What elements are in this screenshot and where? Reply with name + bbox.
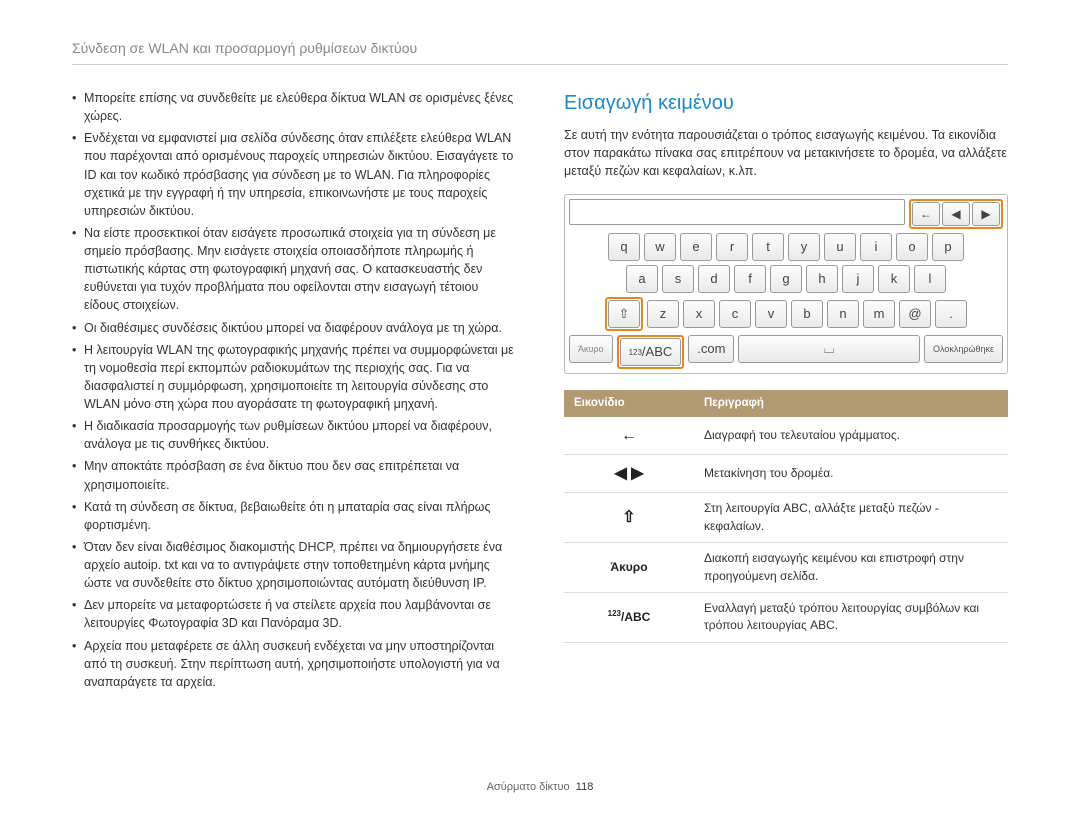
key-w[interactable]: w <box>644 233 676 261</box>
mode-prefix: 123 <box>629 347 642 359</box>
key-at[interactable]: @ <box>899 300 931 328</box>
desc-cell: Μετακίνηση του δρομέα. <box>694 455 1008 493</box>
table-row: ← Διαγραφή του τελευταίου γράμματος. <box>564 417 1008 455</box>
mode-suffix: /ABC <box>642 343 672 362</box>
mode-label-icon: 123/ABC <box>564 592 694 642</box>
key-k[interactable]: k <box>878 265 910 293</box>
key-j[interactable]: j <box>842 265 874 293</box>
list-item: Μπορείτε επίσης να συνδεθείτε με ελεύθερ… <box>72 89 516 125</box>
key-t[interactable]: t <box>752 233 784 261</box>
key-b[interactable]: b <box>791 300 823 328</box>
footer-section: Ασύρματο δίκτυο <box>487 781 570 793</box>
shift-key[interactable]: ⇧ <box>608 300 640 328</box>
done-key[interactable]: Ολοκληρώθηκε <box>924 335 1003 363</box>
list-item: Κατά τη σύνδεση σε δίκτυα, βεβαιωθείτε ό… <box>72 498 516 534</box>
key-n[interactable]: n <box>827 300 859 328</box>
table-row: ◀ ▶ Μετακίνηση του δρομέα. <box>564 455 1008 493</box>
list-item: Ενδέχεται να εμφανιστεί μια σελίδα σύνδε… <box>72 129 516 220</box>
mode-key-highlight: 123 /ABC <box>617 335 685 369</box>
list-item: Η λειτουργία WLAN της φωτογραφικής μηχαν… <box>72 341 516 414</box>
nav-key-group: ← ◀ ▶ <box>909 199 1003 229</box>
list-item: Να είστε προσεκτικοί όταν εισάγετε προσω… <box>72 224 516 315</box>
desc-cell: Εναλλαγή μεταξύ τρόπου λειτουργίας συμβό… <box>694 592 1008 642</box>
dotcom-key[interactable]: .com <box>688 335 734 363</box>
th-icon: Εικονίδιο <box>564 390 694 417</box>
page-header: Σύνδεση σε WLAN και προσαρμογή ρυθμίσεων… <box>72 40 1008 65</box>
key-c[interactable]: c <box>719 300 751 328</box>
key-p[interactable]: p <box>932 233 964 261</box>
table-row: ⇧ Στη λειτουργία ABC, αλλάξτε μεταξύ πεζ… <box>564 493 1008 543</box>
page-footer: Ασύρματο δίκτυο 118 <box>0 781 1080 793</box>
list-item: Οι διαθέσιμες συνδέσεις δικτύου μπορεί ν… <box>72 319 516 337</box>
virtual-keyboard: ← ◀ ▶ q w e r t y u i o p a s d <box>564 194 1008 374</box>
content-columns: Μπορείτε επίσης να συνδεθείτε με ελεύθερ… <box>72 89 1008 695</box>
key-u[interactable]: u <box>824 233 856 261</box>
list-item: Δεν μπορείτε να μεταφορτώσετε ή να στείλ… <box>72 596 516 632</box>
list-item: Μην αποκτάτε πρόσβαση σε ένα δίκτυο που … <box>72 457 516 493</box>
key-x[interactable]: x <box>683 300 715 328</box>
icon-description-table: Εικονίδιο Περιγραφή ← Διαγραφή του τελευ… <box>564 390 1008 642</box>
table-row: Άκυρο Διακοπή εισαγωγής κειμένου και επι… <box>564 543 1008 593</box>
cancel-label-icon: Άκυρο <box>564 543 694 593</box>
cancel-key[interactable]: Άκυρο <box>569 335 613 363</box>
desc-cell: Στη λειτουργία ABC, αλλάξτε μεταξύ πεζών… <box>694 493 1008 543</box>
shift-icon: ⇧ <box>564 493 694 543</box>
backspace-key[interactable]: ← <box>912 202 940 226</box>
key-dot[interactable]: . <box>935 300 967 328</box>
shift-key-highlight: ⇧ <box>605 297 643 331</box>
section-heading: Εισαγωγή κειμένου <box>564 89 1008 118</box>
key-f[interactable]: f <box>734 265 766 293</box>
key-z[interactable]: z <box>647 300 679 328</box>
key-a[interactable]: a <box>626 265 658 293</box>
mode-prefix: 123 <box>608 609 621 618</box>
th-desc: Περιγραφή <box>694 390 1008 417</box>
wlan-notes-list: Μπορείτε επίσης να συνδεθείτε με ελεύθερ… <box>72 89 516 691</box>
key-q[interactable]: q <box>608 233 640 261</box>
desc-cell: Διαγραφή του τελευταίου γράμματος. <box>694 417 1008 455</box>
cursor-left-key[interactable]: ◀ <box>942 202 970 226</box>
mode-toggle-key[interactable]: 123 /ABC <box>620 338 682 366</box>
right-column: Εισαγωγή κειμένου Σε αυτή την ενότητα πα… <box>564 89 1008 695</box>
page-number: 118 <box>576 781 594 793</box>
key-v[interactable]: v <box>755 300 787 328</box>
key-r[interactable]: r <box>716 233 748 261</box>
list-item: Αρχεία που μεταφέρετε σε άλλη συσκευή εν… <box>72 637 516 691</box>
cursor-arrows-icon: ◀ ▶ <box>564 455 694 493</box>
key-i[interactable]: i <box>860 233 892 261</box>
key-y[interactable]: y <box>788 233 820 261</box>
list-item: Όταν δεν είναι διαθέσιμος διακομιστής DH… <box>72 538 516 592</box>
key-s[interactable]: s <box>662 265 694 293</box>
key-e[interactable]: e <box>680 233 712 261</box>
backspace-icon: ← <box>564 417 694 455</box>
cursor-right-key[interactable]: ▶ <box>972 202 1000 226</box>
text-input-field[interactable] <box>569 199 905 225</box>
table-row: 123/ABC Εναλλαγή μεταξύ τρόπου λειτουργί… <box>564 592 1008 642</box>
key-g[interactable]: g <box>770 265 802 293</box>
key-d[interactable]: d <box>698 265 730 293</box>
section-intro: Σε αυτή την ενότητα παρουσιάζεται ο τρόπ… <box>564 126 1008 180</box>
space-key[interactable]: ⌴ <box>738 335 920 363</box>
list-item: Η διαδικασία προσαρμογής των ρυθμίσεων δ… <box>72 417 516 453</box>
key-l[interactable]: l <box>914 265 946 293</box>
desc-cell: Διακοπή εισαγωγής κειμένου και επιστροφή… <box>694 543 1008 593</box>
left-column: Μπορείτε επίσης να συνδεθείτε με ελεύθερ… <box>72 89 516 695</box>
key-m[interactable]: m <box>863 300 895 328</box>
mode-suffix: /ABC <box>621 610 650 624</box>
key-o[interactable]: o <box>896 233 928 261</box>
key-h[interactable]: h <box>806 265 838 293</box>
